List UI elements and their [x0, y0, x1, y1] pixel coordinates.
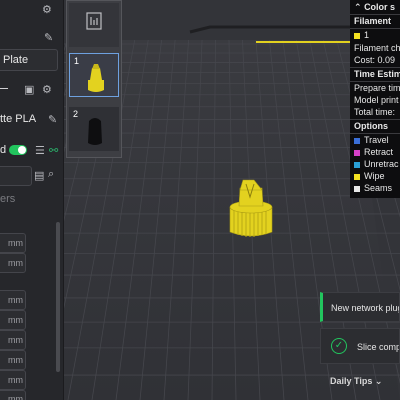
color-swatch [354, 161, 360, 168]
network-plugin-notification[interactable]: New network plug [320, 292, 400, 322]
unit-mm: mm [8, 295, 23, 305]
color-swatch [354, 185, 360, 192]
legend-option-wipe[interactable]: Wipe [354, 171, 385, 181]
printer-settings-icon[interactable]: ▣ [24, 83, 34, 96]
slice-complete-notification[interactable]: ✓ Slice comp [320, 328, 400, 364]
option-label: Retract [364, 147, 394, 157]
total-time-label: Total time: [354, 107, 396, 117]
options-header: Options [354, 121, 388, 131]
sidebar-scrollbar[interactable] [56, 222, 60, 372]
feature-toggle[interactable] [9, 145, 27, 155]
color-swatch [354, 149, 360, 156]
time-estimation-header: Time Estim [354, 69, 400, 79]
plate-type-select[interactable]: Plate [0, 49, 58, 71]
option-label: Wipe [364, 171, 385, 181]
option-label: Seams [364, 183, 393, 193]
unit-mm: mm [8, 238, 23, 248]
edit-icon[interactable]: ✎ [44, 31, 53, 44]
unit-mm: mm [8, 355, 23, 365]
filament-swatch [354, 32, 360, 39]
search-field[interactable] [0, 166, 32, 186]
color-scheme-legend: ⌃ Color s Filament 1 Filament ch Cost: 0… [350, 0, 400, 198]
filament-entry: 1 [354, 30, 369, 40]
plate-thumbnail-1[interactable]: 1 [69, 53, 119, 97]
legend-option-seams[interactable]: Seams [354, 183, 392, 193]
plate-overview-icon[interactable] [69, 3, 119, 47]
connect-icon[interactable]: ⚯ [49, 144, 58, 157]
filament-label: tte PLA [0, 113, 37, 125]
unit-mm: mm [8, 258, 23, 268]
collapse-icon[interactable]: ⌃ [354, 2, 362, 12]
model-print-label: Model print [354, 95, 399, 105]
daily-tips[interactable]: Daily Tips ⌄ [330, 376, 382, 387]
plate-type-label: Plate [3, 54, 29, 66]
daily-tips-label: Daily Tips [330, 376, 373, 386]
option-label: Travel [364, 135, 389, 145]
option-label: Unretrac [364, 159, 399, 169]
collapse-indicator [0, 88, 8, 89]
left-sidebar: ⚙ ✎ Plate ▣ ⚙ tte PLA ✎ d ☰ ⚯ ▤ ⌕ ers mm… [0, 0, 64, 400]
cost-label: Cost: 0.09 [354, 55, 396, 65]
notification-text: Slice comp [357, 342, 400, 352]
legend-option-retract[interactable]: Retract [354, 147, 393, 157]
plate-2-preview [88, 118, 102, 145]
filament-header: Filament [354, 16, 392, 26]
notification-text: New network plug [331, 303, 400, 313]
color-swatch [354, 173, 360, 180]
section-label: ers [0, 193, 16, 205]
edit-filament-icon[interactable]: ✎ [48, 113, 57, 126]
plate-toolbar[interactable] [69, 3, 119, 47]
chevron-down-icon[interactable]: ⌄ [375, 376, 383, 386]
prepare-time-label: Prepare tim [354, 83, 400, 93]
legend-title: ⌃ Color s [354, 2, 396, 12]
check-circle-icon: ✓ [331, 338, 347, 354]
list-icon[interactable]: ☰ [35, 144, 45, 157]
search-icon[interactable]: ⌕ [48, 168, 54, 181]
unit-mm: mm [8, 335, 23, 345]
plate-thumbnail-2[interactable]: 2 [69, 107, 119, 151]
filament-change-label: Filament ch [354, 43, 400, 53]
settings-icon[interactable]: ⚙ [42, 3, 52, 16]
legend-option-unretrac[interactable]: Unretrac [354, 159, 399, 169]
save-icon[interactable]: ▤ [34, 169, 44, 182]
plate-list-panel: 1 2 [66, 0, 122, 158]
unit-mm: mm [8, 375, 23, 385]
color-swatch [354, 137, 360, 144]
legend-option-travel[interactable]: Travel [354, 135, 389, 145]
unit-mm: mm [8, 394, 23, 400]
plate-1-preview [88, 64, 104, 92]
unit-mm: mm [8, 315, 23, 325]
gear-icon[interactable]: ⚙ [42, 83, 52, 96]
toggle-label: d [0, 144, 7, 156]
